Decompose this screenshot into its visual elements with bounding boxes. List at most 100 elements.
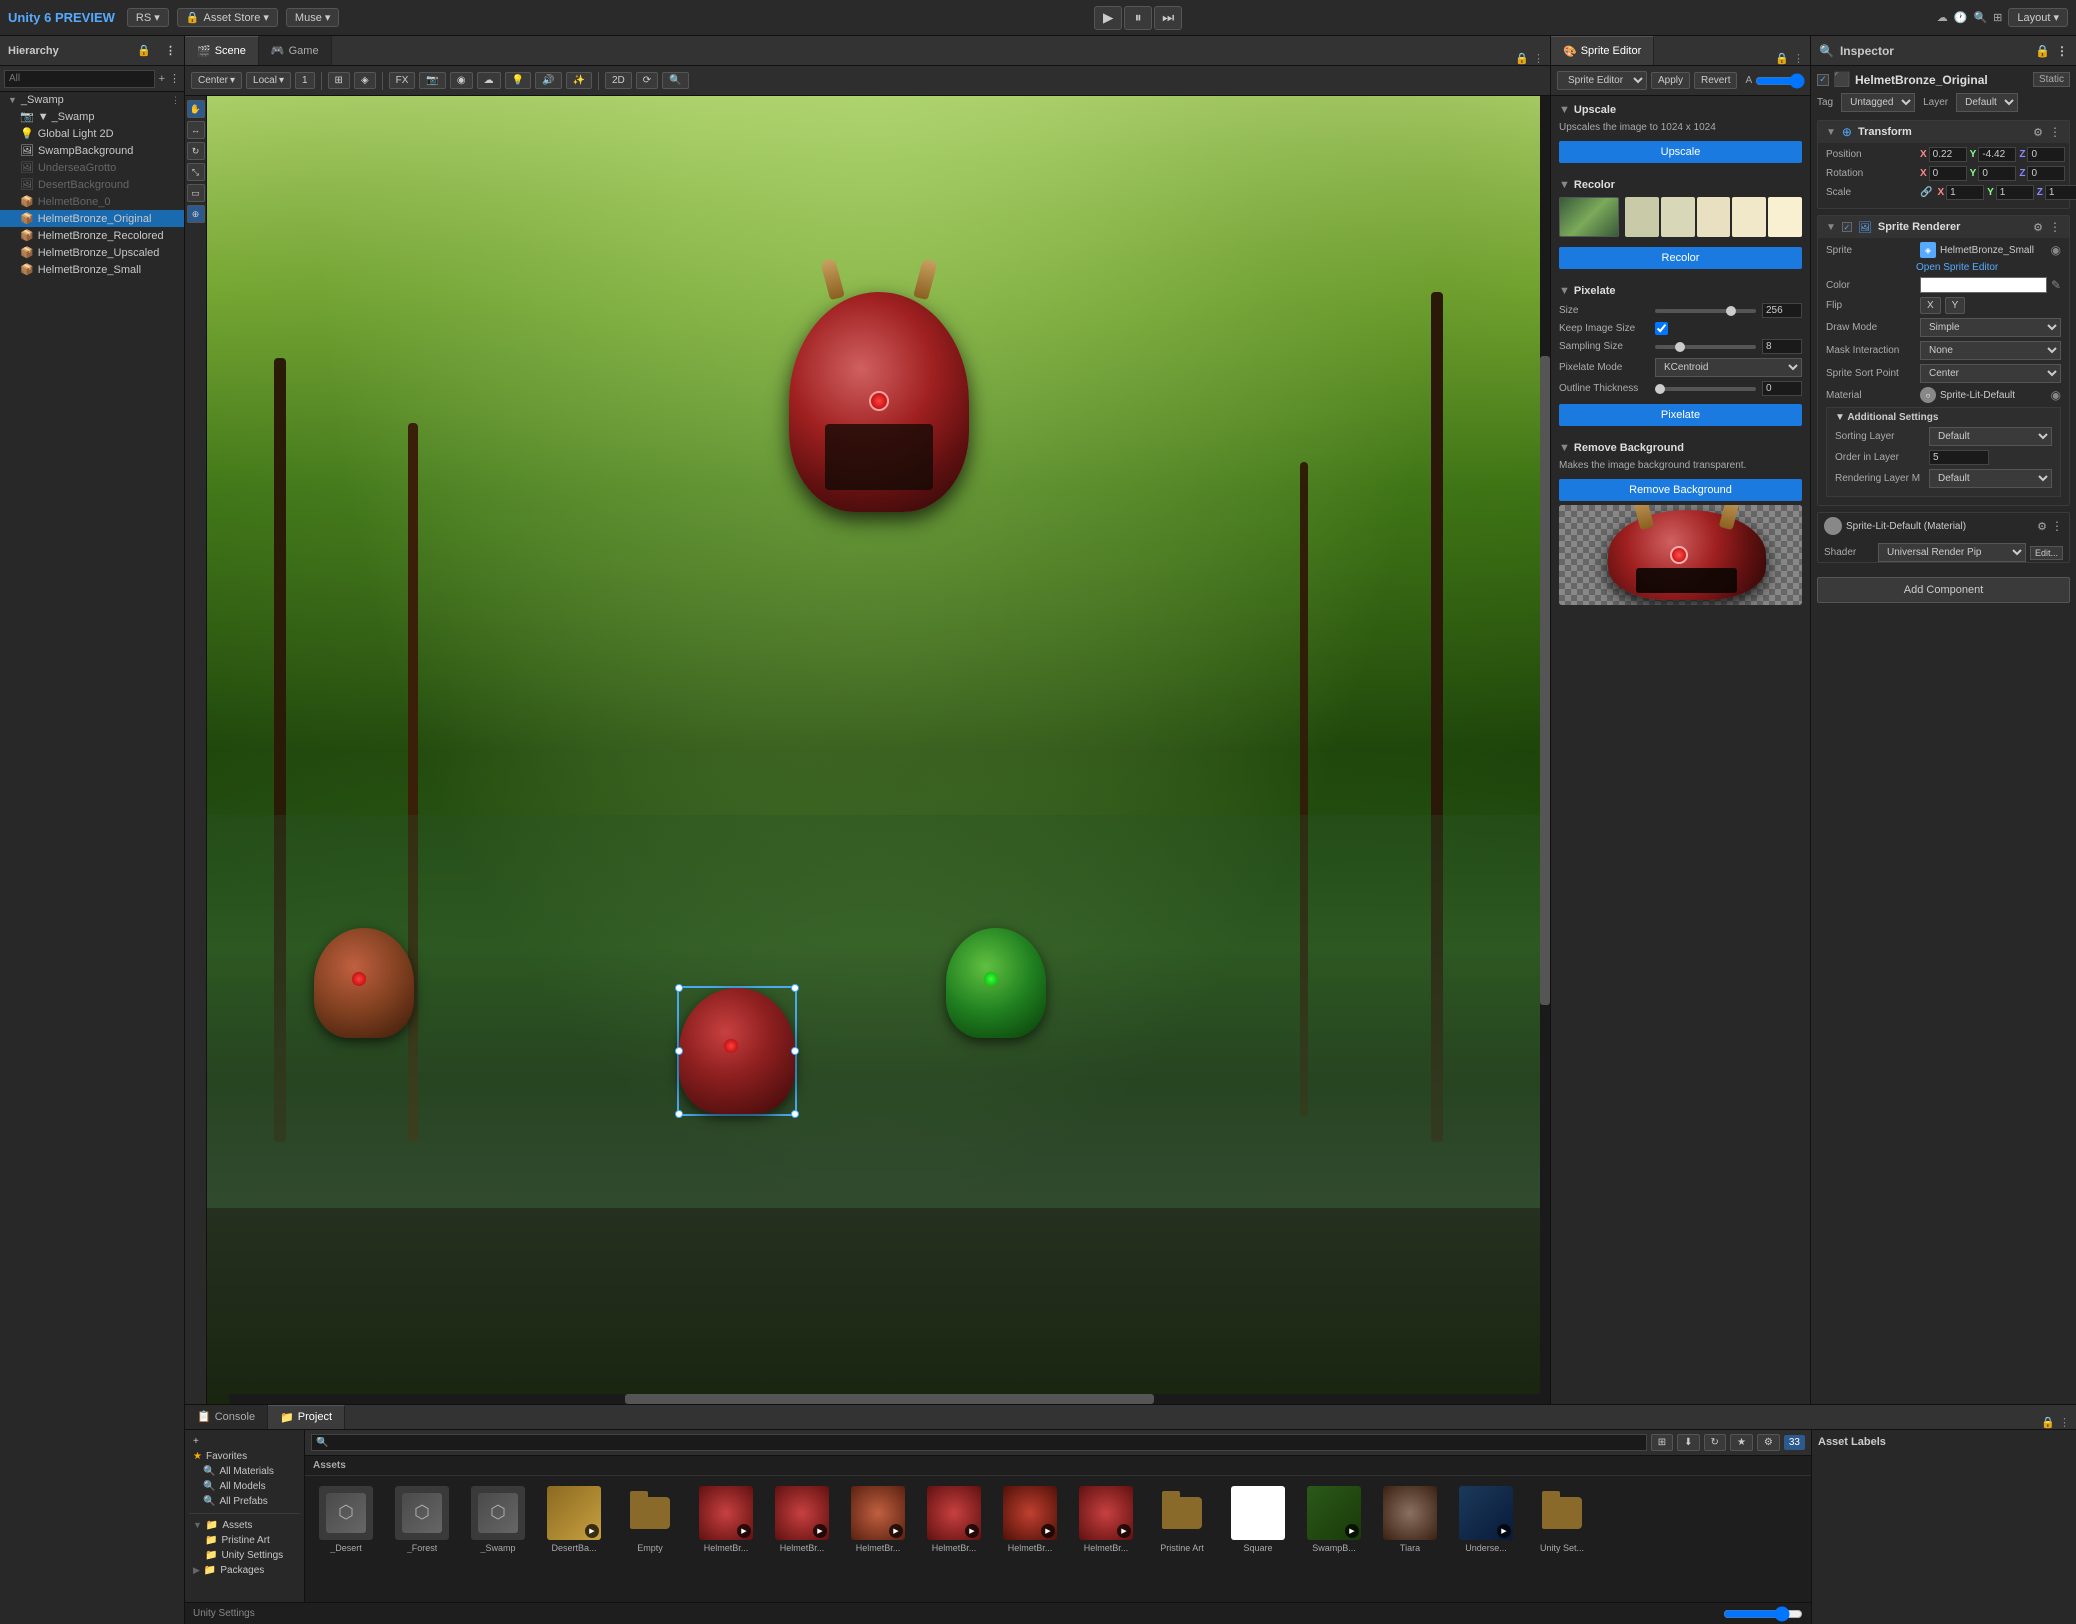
scene-vertical-scrollbar[interactable] (1540, 96, 1550, 1394)
mask-select[interactable]: None (1920, 341, 2061, 360)
scene-view[interactable]: ✋ ↔ ↻ ⤡ ▭ ⊕ (185, 96, 1550, 1404)
grid-toggle[interactable]: ⊞ (328, 72, 350, 89)
rot-z-input[interactable] (2027, 166, 2065, 181)
color-link-btn[interactable]: ✎ (2051, 278, 2061, 292)
refresh-btn[interactable]: ↻ (1704, 1434, 1726, 1451)
history-icon[interactable]: 🕐 (1954, 11, 1968, 24)
hierarchy-item-undersea[interactable]: 🖼 UnderseaGrotto (0, 159, 184, 176)
open-sprite-editor-link[interactable]: Open Sprite Editor (1826, 262, 2061, 273)
pixelate-header[interactable]: ▼ Pixelate (1559, 285, 1802, 297)
rs-menu-button[interactable]: RS ▾ (127, 8, 169, 27)
add-component-button[interactable]: Add Component (1817, 577, 2070, 603)
hierarchy-item-swamp[interactable]: ▼ _Swamp ⋮ (0, 92, 184, 108)
outline-slider[interactable] (1655, 387, 1756, 391)
se-lock-icon[interactable]: 🔒 (1775, 52, 1789, 65)
hierarchy-item-helmet-upscaled[interactable]: 📦 HelmetBronze_Upscaled (0, 244, 184, 261)
project-all-models[interactable]: 🔍 All Models (189, 1479, 300, 1494)
asset-helmet-3[interactable]: ▶ HelmetBr... (843, 1482, 913, 1557)
asset-empty[interactable]: Empty (615, 1482, 685, 1557)
sr-gear[interactable]: ⚙ (2033, 221, 2043, 234)
transform-gear[interactable]: ⚙ (2033, 126, 2043, 139)
scene-menu-icon[interactable]: ⋮ (1533, 52, 1544, 65)
scale-z-input[interactable] (2045, 185, 2076, 200)
pos-z-input[interactable] (2027, 147, 2065, 162)
asset-desert[interactable]: ⬡ _Desert (311, 1482, 381, 1557)
tab-game[interactable]: 🎮 Game (259, 36, 332, 65)
hierarchy-item-global-light[interactable]: 💡 Global Light 2D (0, 125, 184, 142)
settings-btn[interactable]: ⚙ (1757, 1434, 1780, 1451)
play-button[interactable]: ▶ (1094, 6, 1122, 30)
draw-mode-select[interactable]: Simple (1920, 318, 2061, 337)
sr-checkbox[interactable]: ✓ (1842, 222, 1852, 232)
sprite-editor-mode-select[interactable]: Sprite Editor (1557, 71, 1647, 90)
assets-search-input[interactable] (311, 1434, 1647, 1451)
helmet-bottom-3[interactable] (946, 928, 1046, 1038)
additional-header[interactable]: ▼ Additional Settings (1835, 412, 2052, 423)
move-tool[interactable]: ↔ (187, 121, 205, 139)
hierarchy-item-helmet-original[interactable]: 📦 HelmetBronze_Original (0, 210, 184, 227)
hierarchy-menu-icon[interactable]: ⋮ (165, 44, 176, 57)
material-link-btn[interactable]: ◉ (2051, 388, 2061, 402)
handle-ml[interactable] (675, 1047, 683, 1055)
pixelate-button[interactable]: Pixelate (1559, 404, 1802, 426)
color-picker[interactable] (1920, 277, 2047, 293)
tab-project[interactable]: 📁 Project (268, 1405, 345, 1429)
hierarchy-item-helmet-small[interactable]: 📦 HelmetBronze_Small (0, 261, 184, 278)
scale-y-input[interactable] (1996, 185, 2034, 200)
scene-horizontal-scrollbar[interactable] (229, 1394, 1550, 1404)
rot-x-input[interactable] (1929, 166, 1967, 181)
hierarchy-item-helmet-bone[interactable]: 📦 HelmetBone_0 (0, 193, 184, 210)
asset-helmet-4[interactable]: ▶ HelmetBr... (919, 1482, 989, 1557)
hierarchy-item-swamp-bg[interactable]: 🖼 SwampBackground (0, 142, 184, 159)
search-icon[interactable]: 🔍 (1973, 11, 1987, 24)
active-checkbox[interactable]: ✓ (1817, 74, 1829, 86)
sampling-slider[interactable] (1655, 345, 1756, 349)
pos-y-input[interactable] (1978, 147, 2016, 162)
scale-tool[interactable]: ⤡ (187, 163, 205, 181)
recolor-header[interactable]: ▼ Recolor (1559, 179, 1802, 191)
size-slider[interactable] (1655, 309, 1756, 313)
rotate-tool[interactable]: ↻ (187, 142, 205, 160)
search-scene-btn[interactable]: 🔍 (662, 72, 688, 89)
tab-scene[interactable]: 🎬 Scene (185, 36, 259, 65)
transform-header[interactable]: ▼ ⊕ Transform ⚙ ⋮ (1818, 121, 2069, 143)
handle-mr[interactable] (791, 1047, 799, 1055)
remove-bg-header[interactable]: ▼ Remove Background (1559, 442, 1802, 454)
asset-size-slider[interactable] (1723, 1606, 1803, 1622)
rendering-layer-select[interactable]: Default (1929, 469, 2052, 488)
number-btn[interactable]: 1 (295, 72, 315, 89)
color-swatch-2[interactable] (1661, 197, 1695, 237)
project-pristine-art[interactable]: 📁 Pristine Art (189, 1533, 300, 1548)
helmet-bottom-1[interactable] (314, 928, 414, 1038)
handle-tl[interactable] (675, 984, 683, 992)
asset-swamp-bg[interactable]: ▶ SwampB... (1299, 1482, 1369, 1557)
inspector-lock-icon[interactable]: 🔒 (2035, 44, 2050, 58)
cloud-icon[interactable]: ☁ (1937, 11, 1948, 24)
color-swatch-3[interactable] (1697, 197, 1731, 237)
asset-pristine-art[interactable]: Pristine Art (1147, 1482, 1217, 1557)
tab-sprite-editor[interactable]: 🎨 Sprite Editor (1551, 36, 1654, 65)
flip-y-btn[interactable]: Y (1945, 297, 1966, 314)
asset-helmet-6[interactable]: ▶ HelmetBr... (1071, 1482, 1141, 1557)
remove-bg-button[interactable]: Remove Background (1559, 479, 1802, 501)
project-all-materials[interactable]: 🔍 All Materials (189, 1464, 300, 1479)
alpha-slider[interactable] (1755, 73, 1805, 89)
tab-console[interactable]: 📋 Console (185, 1405, 268, 1429)
shader-edit-btn[interactable]: Edit... (2030, 546, 2063, 560)
helmet-main-sprite[interactable] (789, 292, 969, 512)
fx2-btn[interactable]: ✨ (566, 72, 592, 89)
sprite-renderer-header[interactable]: ▼ ✓ 🖼 Sprite Renderer ⚙ ⋮ (1818, 216, 2069, 238)
grid-icon[interactable]: ⊞ (1993, 11, 2002, 24)
keep-image-size-checkbox[interactable] (1655, 322, 1668, 335)
order-input[interactable] (1929, 450, 1989, 465)
apply-button[interactable]: Apply (1651, 72, 1690, 89)
render-toggle[interactable]: ◈ (354, 72, 376, 89)
color-swatch-1[interactable] (1625, 197, 1659, 237)
gizmo-btn[interactable]: ◉ (450, 72, 473, 89)
layout-btn[interactable]: ⊞ (1651, 1434, 1673, 1451)
size-input[interactable] (1762, 303, 1802, 318)
transform-dots[interactable]: ⋮ (2049, 125, 2061, 139)
asset-unity-settings[interactable]: Unity Set... (1527, 1482, 1597, 1557)
asset-desert-bg[interactable]: ▶ DesertBa... (539, 1482, 609, 1557)
flip-x-btn[interactable]: X (1920, 297, 1941, 314)
